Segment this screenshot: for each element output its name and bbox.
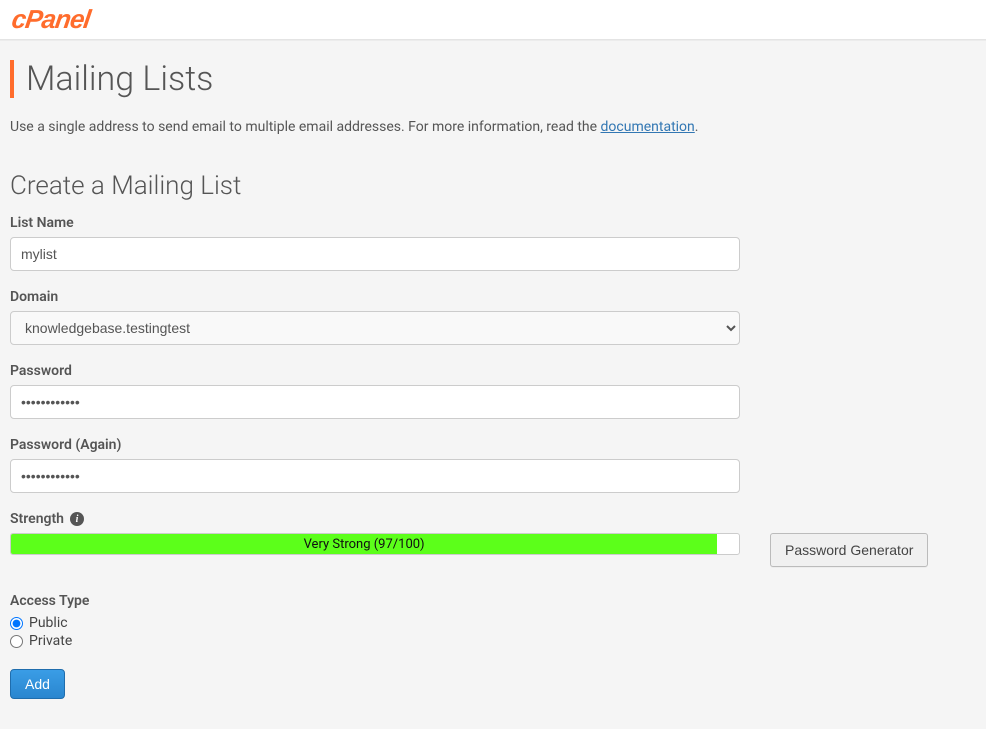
- domain-group: Domain knowledgebase.testingtest: [10, 289, 740, 345]
- password-again-group: Password (Again): [10, 437, 740, 493]
- domain-label: Domain: [10, 289, 740, 305]
- list-name-group: List Name: [10, 215, 740, 271]
- list-name-input[interactable]: [10, 237, 740, 271]
- access-type-label: Access Type: [10, 593, 740, 609]
- password-generator-button[interactable]: Password Generator: [770, 533, 928, 567]
- top-bar: cPanel: [0, 0, 986, 40]
- cpanel-logo: cPanel: [10, 4, 92, 35]
- access-public-row[interactable]: Public: [10, 615, 740, 631]
- title-accent-bar: [10, 60, 14, 98]
- strength-bar-col: Very Strong (97/100): [10, 533, 740, 567]
- strength-row: Very Strong (97/100) Password Generator: [10, 533, 976, 567]
- domain-select[interactable]: knowledgebase.testingtest: [10, 311, 740, 345]
- form-area: List Name Domain knowledgebase.testingte…: [10, 215, 740, 493]
- password-label: Password: [10, 363, 740, 379]
- strength-label-row: Strength i: [10, 511, 976, 527]
- access-public-label: Public: [29, 615, 68, 631]
- strength-label: Strength: [10, 511, 64, 527]
- info-icon[interactable]: i: [70, 512, 84, 526]
- strength-bar: Very Strong (97/100): [10, 533, 740, 555]
- page-body: Mailing Lists Use a single address to se…: [0, 40, 986, 729]
- section-heading: Create a Mailing List: [10, 171, 976, 201]
- password-again-input[interactable]: [10, 459, 740, 493]
- access-type-area: Access Type Public Private Add: [10, 593, 740, 699]
- intro-text-prefix: Use a single address to send email to mu…: [10, 119, 601, 135]
- add-button[interactable]: Add: [10, 669, 65, 699]
- access-public-radio[interactable]: [10, 617, 23, 630]
- access-private-row[interactable]: Private: [10, 633, 740, 649]
- access-private-radio[interactable]: [10, 635, 23, 648]
- password-input[interactable]: [10, 385, 740, 419]
- password-group: Password: [10, 363, 740, 419]
- page-title: Mailing Lists: [26, 59, 213, 99]
- list-name-label: List Name: [10, 215, 740, 231]
- password-again-label: Password (Again): [10, 437, 740, 453]
- strength-bar-fill: Very Strong (97/100): [11, 534, 717, 554]
- access-private-label: Private: [29, 633, 72, 649]
- page-title-wrap: Mailing Lists: [10, 59, 976, 99]
- intro-text-suffix: .: [695, 119, 699, 135]
- documentation-link[interactable]: documentation: [601, 119, 695, 135]
- page-intro: Use a single address to send email to mu…: [10, 119, 976, 135]
